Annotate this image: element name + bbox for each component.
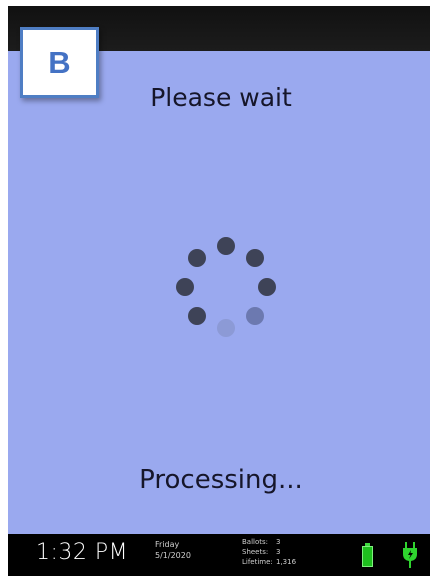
power-plug-icon <box>403 542 417 568</box>
status-message: Processing... <box>139 465 303 495</box>
lifetime-value: 1,316 <box>276 558 297 566</box>
sheets-value: 3 <box>276 548 281 556</box>
day-label: Friday <box>155 540 180 549</box>
sheets-row: Sheets: 3 <box>242 547 296 557</box>
date-block: Friday 5/1/2020 <box>155 539 191 561</box>
battery-body <box>362 546 373 567</box>
ballot-counters: Ballots: 3 Sheets: 3 Lifetime: 1,316 <box>242 537 296 567</box>
sheets-label: Sheets: <box>242 548 269 556</box>
lifetime-row: Lifetime: 1,316 <box>242 557 296 567</box>
wait-screen <box>8 51 430 534</box>
battery-full-icon <box>362 543 373 567</box>
clock: 1:32 PM <box>36 540 129 565</box>
status-bar: 1:32 PM Friday 5/1/2020 Ballots: 3 Sheet… <box>8 534 430 576</box>
date-label: 5/1/2020 <box>155 551 191 560</box>
lifetime-label: Lifetime: <box>242 558 273 566</box>
page-title: Please wait <box>150 83 292 112</box>
badge-letter: B <box>48 44 71 80</box>
ballots-row: Ballots: 3 <box>242 537 296 547</box>
ballots-label: Ballots: <box>242 538 269 546</box>
ballots-value: 3 <box>276 538 281 546</box>
